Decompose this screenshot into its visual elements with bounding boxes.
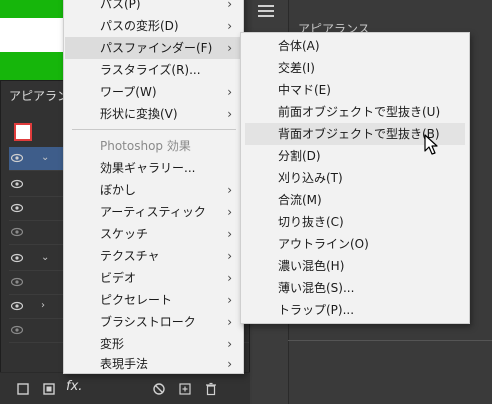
menu-item-rasterize[interactable]: ラスタライズ(R)...	[65, 59, 242, 81]
menu-item-pathfinder[interactable]: パスファインダー(F) ›	[65, 37, 242, 59]
submenu-item-crop[interactable]: 切り抜き(C)	[245, 211, 465, 233]
submenu-item-add[interactable]: 合体(A)	[245, 35, 465, 57]
appearance-panel-toolbar: fx.	[0, 372, 250, 404]
eye-icon[interactable]	[11, 153, 23, 163]
menu-item-texture[interactable]: テクスチャ ›	[65, 245, 242, 267]
menu-item-video[interactable]: ビデオ ›	[65, 267, 242, 289]
clear-appearance-icon[interactable]	[152, 382, 166, 396]
menu-item-path[interactable]: パス(P) ›	[65, 0, 242, 15]
add-stroke-icon[interactable]	[16, 382, 30, 396]
menu-section-photoshop-effects: Photoshop 効果	[100, 139, 191, 153]
menu-item-effect-gallery[interactable]: 効果ギャラリー...	[65, 157, 242, 179]
pathfinder-submenu: 合体(A) 交差(I) 中マド(E) 前面オブジェクトで型抜き(U) 背面オブジ…	[240, 32, 470, 324]
chevron-right-icon: ›	[227, 0, 232, 11]
eye-icon[interactable]	[11, 253, 23, 263]
eye-icon[interactable]	[11, 179, 23, 189]
chevron-right-icon: ›	[227, 293, 232, 307]
eye-icon[interactable]	[11, 227, 23, 237]
chevron-down-icon[interactable]: ⌄	[41, 253, 51, 263]
chevron-right-icon: ›	[227, 271, 232, 285]
menu-item-warp[interactable]: ワープ(W) ›	[65, 81, 242, 103]
submenu-item-merge[interactable]: 合流(M)	[245, 189, 465, 211]
eye-icon[interactable]	[11, 277, 23, 287]
menu-separator	[72, 129, 236, 130]
menu-item-distort-transform[interactable]: パスの変形(D) ›	[65, 15, 242, 37]
submenu-item-intersect[interactable]: 交差(I)	[245, 57, 465, 79]
chevron-right-icon[interactable]: ›	[41, 301, 51, 311]
menu-item-brush-strokes[interactable]: ブラシストローク ›	[65, 311, 242, 333]
chevron-right-icon: ›	[227, 183, 232, 197]
menu-item-distort[interactable]: 変形 ›	[65, 333, 242, 355]
trash-icon[interactable]	[204, 382, 218, 396]
submenu-item-exclude[interactable]: 中マド(E)	[245, 79, 465, 101]
submenu-item-subtract[interactable]: 前面オブジェクトで型抜き(U)	[245, 101, 465, 123]
menu-item-convert-to-shape[interactable]: 形状に変換(V) ›	[65, 103, 242, 125]
chevron-down-icon[interactable]: ⌄	[41, 153, 51, 163]
chevron-right-icon: ›	[227, 249, 232, 263]
submenu-item-hard-mix[interactable]: 濃い混色(H)	[245, 255, 465, 277]
menu-item-stylize[interactable]: 表現手法 ›	[65, 353, 242, 375]
menu-item-sketch[interactable]: スケッチ ›	[65, 223, 242, 245]
duplicate-item-icon[interactable]	[178, 382, 192, 396]
divider	[288, 340, 492, 341]
menu-item-blur[interactable]: ぼかし ›	[65, 179, 242, 201]
menu-item-pixelate[interactable]: ピクセレート ›	[65, 289, 242, 311]
chevron-right-icon: ›	[227, 41, 232, 55]
eye-icon[interactable]	[11, 325, 23, 335]
canvas-white-strip	[0, 0, 70, 52]
add-fill-icon[interactable]	[42, 382, 56, 396]
submenu-item-soft-mix[interactable]: 薄い混色(S)...	[245, 277, 465, 299]
submenu-item-trim[interactable]: 刈り込み(T)	[245, 167, 465, 189]
chevron-right-icon: ›	[227, 205, 232, 219]
chevron-right-icon: ›	[227, 337, 232, 351]
color-swatch[interactable]	[14, 123, 32, 141]
chevron-right-icon: ›	[227, 85, 232, 99]
panel-menu-icon[interactable]	[258, 4, 274, 18]
chevron-right-icon: ›	[227, 227, 232, 241]
chevron-right-icon: ›	[227, 107, 232, 121]
chevron-right-icon: ›	[227, 19, 232, 33]
submenu-item-outline[interactable]: アウトライン(O)	[245, 233, 465, 255]
menu-item-artistic[interactable]: アーティスティック ›	[65, 201, 242, 223]
eye-icon[interactable]	[11, 301, 23, 311]
effect-menu: パス(P) › パスの変形(D) › パスファインダー(F) › ラスタライズ(R).…	[63, 0, 244, 374]
mouse-cursor-icon	[424, 134, 438, 155]
chevron-right-icon: ›	[227, 315, 232, 329]
chevron-right-icon: ›	[227, 357, 232, 371]
submenu-item-trap[interactable]: トラップ(P)...	[245, 299, 465, 321]
eye-icon[interactable]	[11, 203, 23, 213]
fx-button[interactable]: fx.	[66, 379, 82, 394]
